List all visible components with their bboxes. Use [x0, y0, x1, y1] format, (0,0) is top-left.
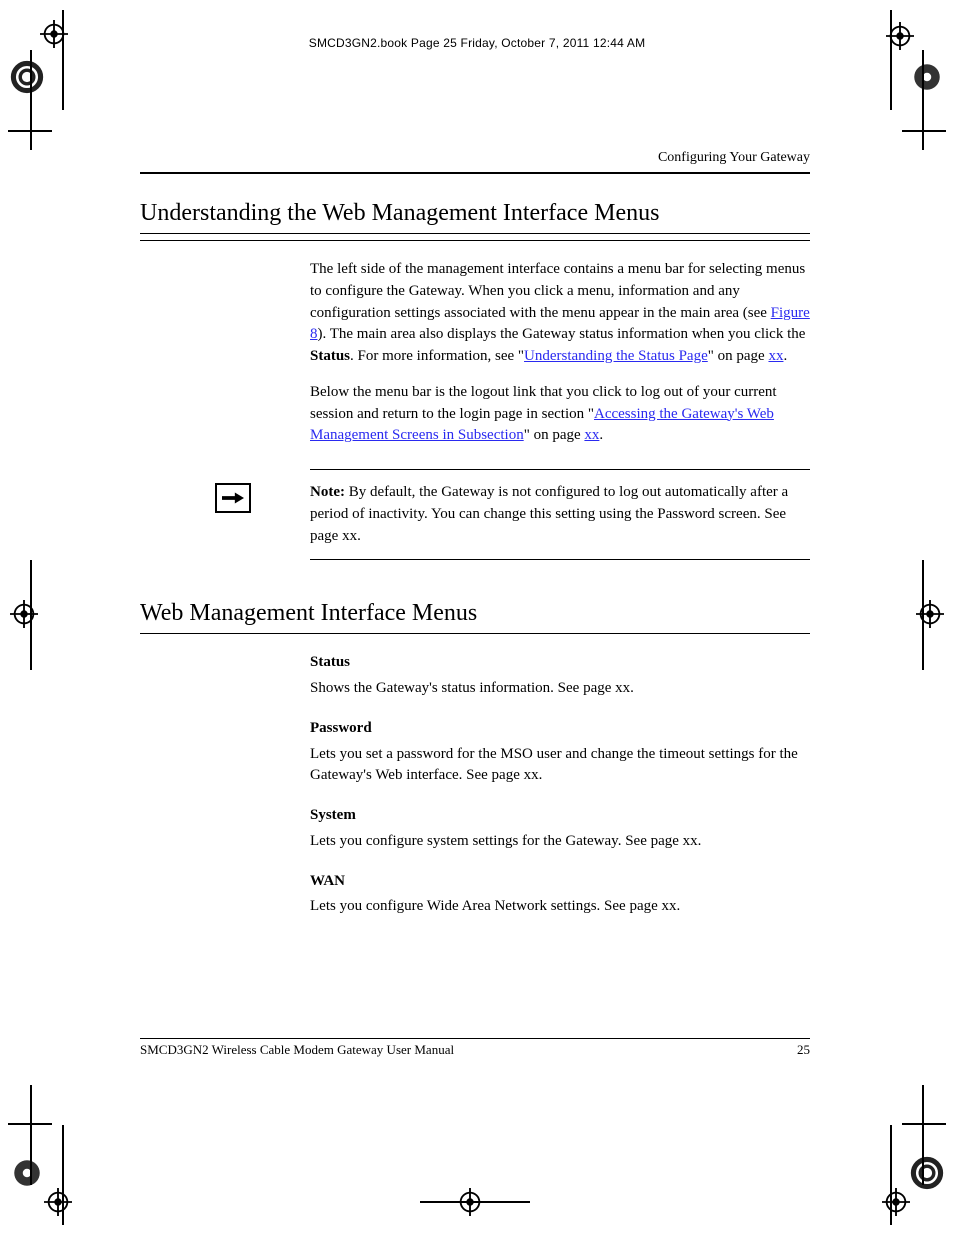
- registration-mark-icon: [882, 1188, 910, 1221]
- page-content: Configuring Your Gateway Understanding t…: [140, 150, 810, 928]
- menu-item-password: Password Lets you set a password for the…: [310, 718, 810, 787]
- item-heading: Password: [310, 718, 810, 740]
- registration-mark-icon: [10, 1156, 44, 1195]
- crop-mark: [62, 10, 64, 110]
- section-rule-bottom: [140, 240, 810, 241]
- arrow-right-icon: [215, 483, 251, 513]
- note-text: Note: By default, the Gateway is not con…: [310, 470, 810, 559]
- crop-mark: [902, 130, 946, 132]
- menu-item-system: System Lets you configure system setting…: [310, 805, 810, 853]
- crop-mark: [8, 1123, 52, 1125]
- menu-item-status: Status Shows the Gateway's status inform…: [310, 652, 810, 700]
- registration-mark-icon: [916, 600, 944, 633]
- footer-left: SMCD3GN2 Wireless Cable Modem Gateway Us…: [140, 1042, 454, 1058]
- page-stamp: SMCD3GN2.book Page 25 Friday, October 7,…: [0, 36, 954, 50]
- menu-item-wan: WAN Lets you configure Wide Area Network…: [310, 871, 810, 919]
- text-span: " on page: [708, 348, 769, 364]
- paragraph-1: The left side of the management interfac…: [310, 259, 810, 368]
- section-rule-top: [140, 233, 810, 234]
- registration-mark-icon: [44, 1188, 72, 1221]
- crop-mark: [922, 560, 924, 670]
- link-understanding-status[interactable]: Understanding the Status Page: [524, 348, 708, 364]
- crop-mark: [30, 50, 32, 150]
- text-span: The left side of the management interfac…: [310, 261, 805, 321]
- crop-mark: [902, 1123, 946, 1125]
- chapter-heading: Configuring Your Gateway: [140, 150, 810, 166]
- item-heading: Status: [310, 652, 810, 674]
- crop-mark: [30, 1085, 32, 1185]
- crop-mark: [922, 1085, 924, 1185]
- header-rule: [140, 172, 810, 174]
- crop-mark: [922, 50, 924, 150]
- note-label: Note:: [310, 484, 345, 500]
- section-2: Web Management Interface Menus Status Sh…: [140, 600, 810, 918]
- crop-mark: [62, 1125, 64, 1225]
- item-heading: System: [310, 805, 810, 827]
- item-text: Lets you set a password for the MSO user…: [310, 744, 810, 788]
- link-page-xx-1[interactable]: xx: [768, 348, 783, 364]
- crop-mark: [30, 560, 32, 670]
- crop-mark: [890, 1125, 892, 1225]
- note-block: Note: By default, the Gateway is not con…: [310, 469, 810, 560]
- registration-mark-icon: [910, 1156, 944, 1195]
- registration-mark-icon: [456, 1188, 484, 1221]
- item-heading: WAN: [310, 871, 810, 893]
- text-span: .: [783, 348, 787, 364]
- paragraph-2: Below the menu bar is the logout link th…: [310, 382, 810, 447]
- text-span: " on page: [524, 427, 581, 443]
- crop-mark: [420, 1201, 530, 1203]
- text-span: . For more information, see ": [350, 348, 524, 364]
- item-text: Lets you configure Wide Area Network set…: [310, 896, 810, 918]
- footer: SMCD3GN2 Wireless Cable Modem Gateway Us…: [140, 1042, 810, 1058]
- text-span: ). The main area also displays the Gatew…: [318, 326, 806, 342]
- text-span: .: [599, 427, 603, 443]
- link-page-xx-2[interactable]: xx: [584, 427, 599, 443]
- registration-mark-icon: [10, 600, 38, 633]
- crop-mark: [890, 10, 892, 110]
- footer-page-number: 25: [797, 1042, 810, 1058]
- note-rule-bottom: [310, 559, 810, 560]
- registration-mark-icon: [10, 60, 44, 99]
- section-title-2: Web Management Interface Menus: [140, 600, 810, 627]
- registration-mark-icon: [910, 60, 944, 99]
- section2-rule: [140, 633, 810, 634]
- section-title-1: Understanding the Web Management Interfa…: [140, 200, 810, 227]
- item-text: Lets you configure system settings for t…: [310, 831, 810, 853]
- section1-body: The left side of the management interfac…: [310, 259, 810, 560]
- bold-status: Status: [310, 348, 350, 364]
- footer-rule: [140, 1038, 810, 1039]
- note-body: By default, the Gateway is not configure…: [310, 484, 788, 544]
- item-text: Shows the Gateway's status information. …: [310, 678, 810, 700]
